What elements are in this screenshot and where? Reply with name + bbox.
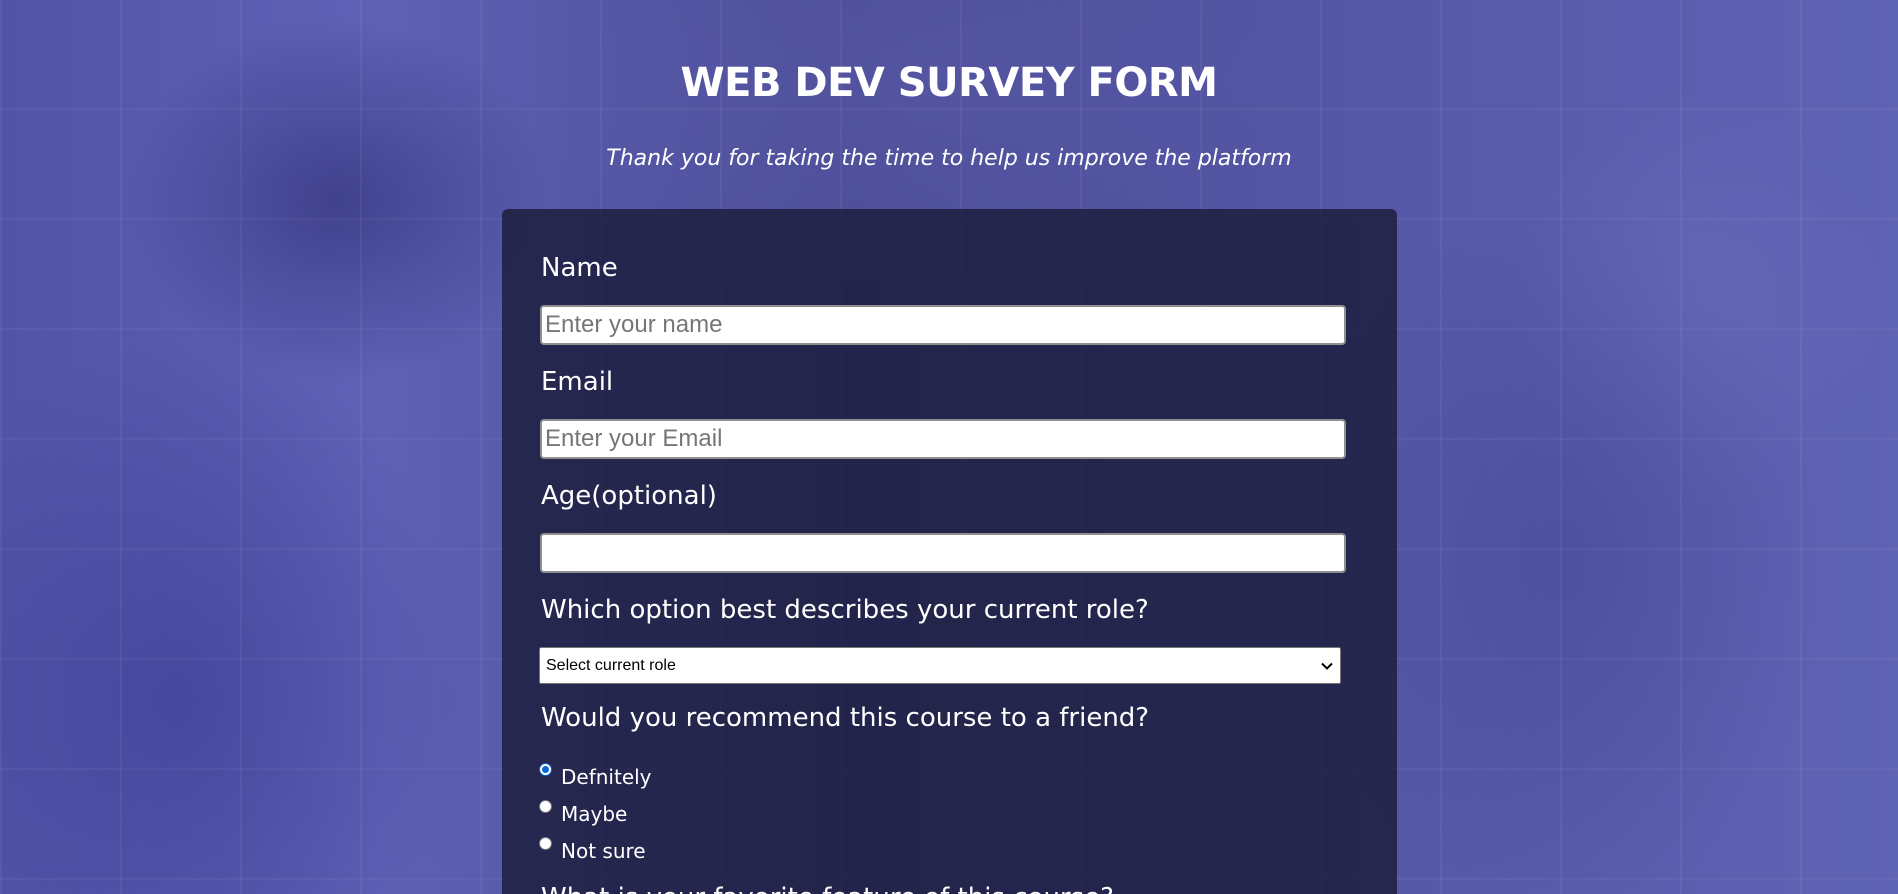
role-label: Which option best describes your current… [541,595,1149,625]
recommend-label: Would you recommend this course to a fri… [541,703,1150,733]
age-input[interactable] [540,533,1346,573]
email-input[interactable] [540,419,1346,459]
recommend-option-definitely[interactable]: Defnitely [539,763,652,788]
role-dropdown[interactable]: Select current role [539,647,1341,684]
age-label: Age(optional) [541,481,717,511]
radio-label-maybe: Maybe [561,802,628,826]
recommend-option-maybe[interactable]: Maybe [539,800,627,825]
role-dropdown-value: Select current role [546,656,676,674]
radio-label-definitely: Defnitely [561,765,652,789]
survey-page: WEB DEV SURVEY FORM Thank you for taking… [0,0,1898,894]
name-label: Name [541,253,618,283]
radio-button-definitely[interactable] [539,763,552,776]
favorite-feature-label: What is your favorite feature of this co… [541,883,1114,894]
page-description: Thank you for taking the time to help us… [606,146,1292,171]
page-title: WEB DEV SURVEY FORM [680,60,1218,106]
recommend-option-not-sure[interactable]: Not sure [539,837,646,862]
survey-form: Name Email Age(optional) Which option be… [502,209,1397,894]
chevron-down-icon [1320,659,1334,673]
radio-button-not-sure[interactable] [539,837,552,850]
email-label: Email [541,367,614,397]
name-input[interactable] [540,305,1346,345]
radio-button-maybe[interactable] [539,800,552,813]
radio-label-not-sure: Not sure [561,839,646,863]
